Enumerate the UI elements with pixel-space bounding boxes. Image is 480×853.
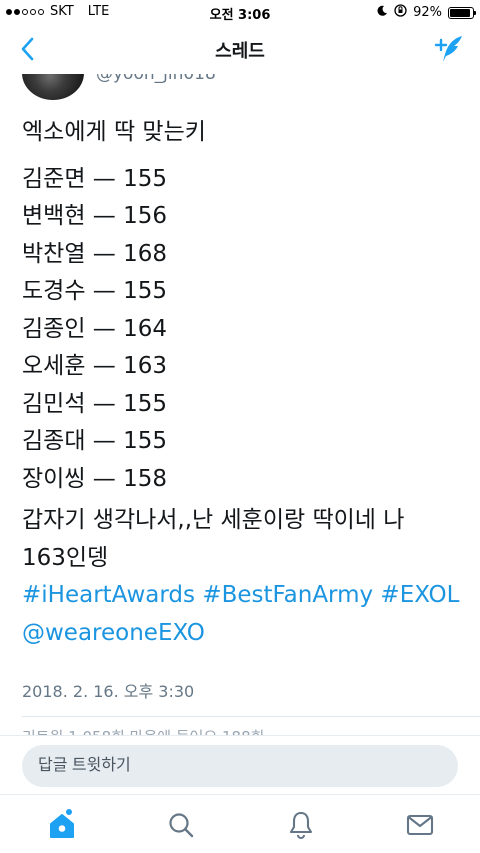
tweet-line: 도경수 — 155	[22, 278, 168, 304]
compose-tweet-icon	[434, 36, 462, 62]
tweet-line: 박찬열 — 168	[22, 240, 168, 267]
battery-fill	[450, 8, 471, 17]
tweet-line: 김종인 — 164	[22, 315, 168, 342]
tweet-line: 김민석 — 155	[22, 390, 168, 417]
moon-icon	[376, 5, 388, 21]
status-right: 92%	[376, 4, 476, 21]
orientation-lock-icon	[394, 4, 407, 21]
home-badge-dot	[66, 809, 72, 815]
reply-input[interactable]: 답글 트윗하기	[22, 745, 458, 787]
divider	[22, 716, 480, 717]
battery-percent: 92%	[413, 5, 442, 20]
tweet-line: 김종대 — 155	[22, 428, 168, 454]
tab-home[interactable]	[42, 809, 82, 841]
envelope-icon	[406, 814, 434, 836]
tab-search[interactable]	[161, 809, 201, 841]
tweet-line: 오세훈 — 163	[22, 353, 168, 379]
tweet-text: 엑소에게 딱 맞는키 김준면 — 155 변백현 — 156 박찬열 — 168…	[22, 114, 462, 652]
tweet-closing-line: 163인뎅	[22, 544, 109, 571]
navigation-bar: 스레드	[0, 24, 480, 74]
mention-link[interactable]: @weareoneEXO	[22, 615, 462, 653]
page-title: 스레드	[215, 41, 265, 62]
tweet-closing-line: 갑자기 생각나서,,난 세훈이랑 딱이네 나	[22, 507, 405, 533]
tweet-line: 김준면 — 155	[22, 165, 168, 192]
battery-icon	[448, 6, 476, 19]
hashtag-links[interactable]: #iHeartAwards #BestFanArmy #EXOL	[22, 577, 462, 615]
status-bar: SKT LTE 오전 3:06 92%	[0, 0, 480, 24]
home-icon	[50, 814, 74, 838]
tweet-line: 장이씽 — 158	[22, 465, 168, 492]
bell-icon	[289, 811, 313, 839]
tab-messages[interactable]	[400, 809, 440, 841]
thread-screen: SKT LTE 오전 3:06 92% 스레드 @yoon_jin018 엑소에…	[0, 0, 480, 853]
tweet-intro: 엑소에게 딱 맞는키	[22, 119, 206, 145]
tab-bar	[0, 794, 480, 853]
tweet-line: 변백현 — 156	[22, 203, 168, 229]
tweet-timestamp: 2018. 2. 16. 오후 3:30	[22, 682, 195, 701]
reply-bar: 답글 트윗하기	[0, 736, 480, 794]
tab-notifications[interactable]	[281, 809, 321, 841]
compose-tweet-button[interactable]	[432, 32, 468, 66]
search-icon	[169, 813, 194, 838]
